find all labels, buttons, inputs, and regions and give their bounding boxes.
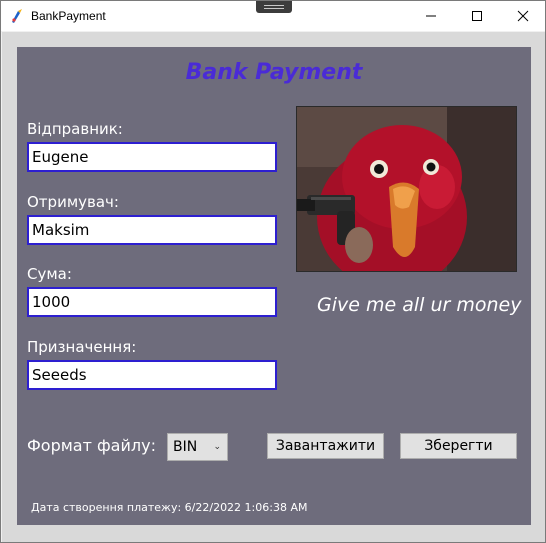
chevron-down-icon: ⌄: [213, 442, 221, 452]
recipient-input[interactable]: [27, 215, 277, 245]
bank-app-icon: [12, 9, 22, 23]
minimize-button[interactable]: [408, 1, 454, 31]
payment-created-date: Дата створення платежу: 6/22/2022 1:06:3…: [31, 501, 308, 514]
image-caption: Give me all ur money: [317, 294, 522, 316]
file-format-value: BIN: [173, 439, 198, 455]
recipient-label: Отримувач:: [27, 193, 119, 211]
page-title: Bank Payment: [185, 60, 363, 85]
file-format-label: Формат файлу:: [27, 436, 156, 455]
close-icon: [517, 10, 529, 22]
purpose-label: Призначення:: [27, 338, 137, 356]
maximize-icon: [472, 11, 482, 21]
payment-panel: Bank Payment Відправник: Отримувач: Сума…: [17, 47, 531, 525]
amount-label: Сума:: [27, 265, 72, 283]
parrot-with-gun-illustration: [297, 107, 516, 271]
client-area: Bank Payment Відправник: Отримувач: Сума…: [2, 32, 545, 542]
app-window: BankPayment Bank Payment Відправник: Отр…: [0, 0, 546, 543]
sender-input[interactable]: [27, 142, 277, 172]
title-bar[interactable]: BankPayment: [1, 1, 545, 31]
load-button[interactable]: Завантажити: [267, 433, 384, 459]
sender-label: Відправник:: [27, 120, 123, 138]
drag-handle-icon[interactable]: [256, 1, 292, 13]
window-title: BankPayment: [31, 9, 106, 23]
save-button[interactable]: Зберегти: [400, 433, 517, 459]
purpose-input[interactable]: [27, 360, 277, 390]
minimize-icon: [426, 15, 436, 17]
amount-input[interactable]: [27, 287, 277, 317]
maximize-button[interactable]: [454, 1, 500, 31]
parrot-image: [296, 106, 517, 272]
close-button[interactable]: [500, 1, 546, 31]
file-format-select[interactable]: BIN ⌄: [167, 433, 228, 461]
